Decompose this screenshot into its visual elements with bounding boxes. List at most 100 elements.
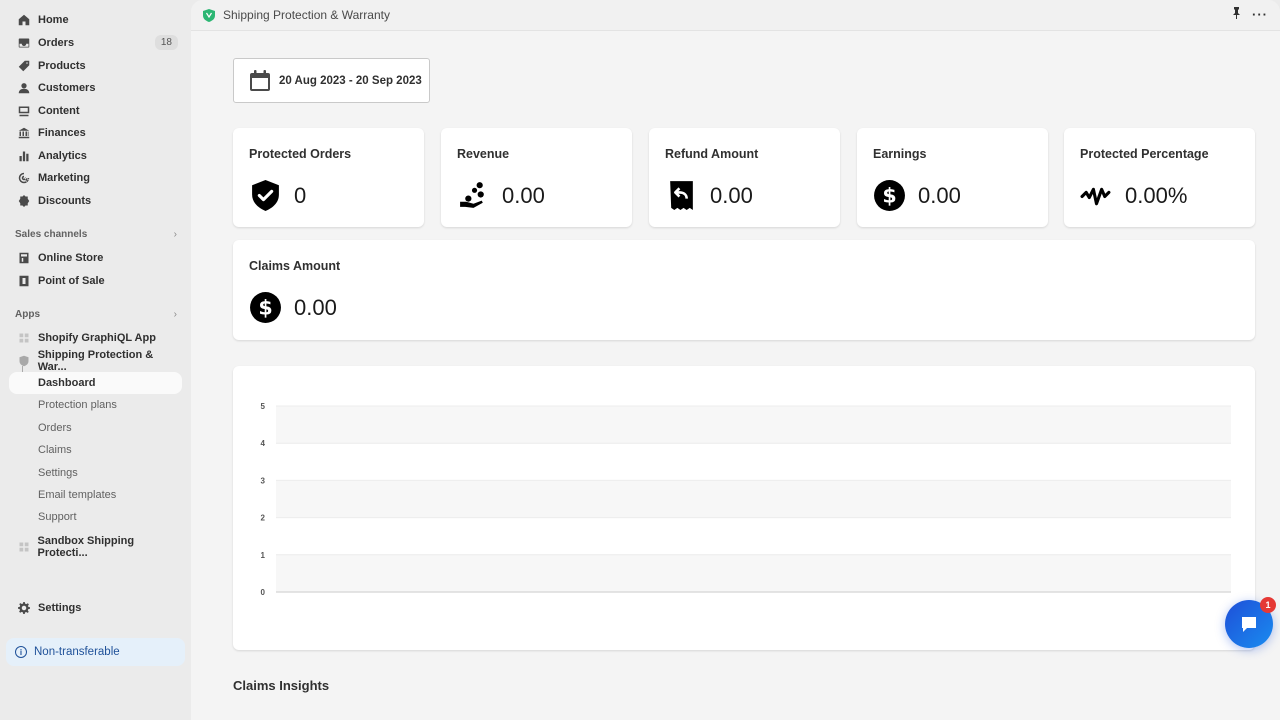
sidebar-subitem-claims[interactable]: Claims <box>9 439 182 461</box>
app-icon <box>17 540 31 554</box>
sidebar-item-label: Discounts <box>38 195 92 207</box>
sidebar-subitem-label: Email templates <box>38 489 117 501</box>
sidebar-subitem-orders[interactable]: Orders <box>9 417 182 439</box>
person-icon <box>17 81 31 95</box>
sidebar-item-label: Products <box>38 60 86 72</box>
stat-title: Protected Orders <box>249 147 352 161</box>
y-tick-label: 4 <box>261 439 266 448</box>
app-topbar: Shipping Protection & Warranty ··· <box>191 0 1280 31</box>
stat-card-earnings: Earnings $ 0.00 <box>857 128 1048 227</box>
y-tick-label: 3 <box>261 476 266 485</box>
sidebar-subitem-label: Dashboard <box>38 377 96 389</box>
svg-text:$: $ <box>882 184 896 208</box>
date-range-label: 20 Aug 2023 - 20 Sep 2023 <box>279 74 422 87</box>
sidebar-subitem-label: Protection plans <box>38 399 117 411</box>
y-tick-label: 2 <box>261 514 266 523</box>
stat-title: Claims Amount <box>249 259 341 273</box>
sidebar-item-label: Analytics <box>38 150 87 162</box>
non-transferable-notice[interactable]: i Non-transferable <box>6 638 185 666</box>
sales-channels-label: Sales channels <box>15 229 88 240</box>
sidebar-item-analytics[interactable]: Analytics <box>9 145 182 167</box>
stat-card-protected-percentage: Protected Percentage 0.00% <box>1064 128 1255 227</box>
activity-icon <box>1080 187 1111 206</box>
sidebar: Home Orders 18 Products Customers Conten… <box>0 0 191 720</box>
stat-value: 0.00 <box>918 182 961 208</box>
gear-icon <box>17 601 31 615</box>
sidebar-item-finances[interactable]: Finances <box>9 122 182 144</box>
chat-notification-badge: 1 <box>1260 597 1276 613</box>
sidebar-item-point-of-sale[interactable]: Point of Sale <box>9 270 182 292</box>
bar-chart-icon <box>17 149 31 163</box>
sidebar-item-label: Customers <box>38 82 96 94</box>
sidebar-item-discounts[interactable]: Discounts <box>9 190 182 212</box>
stat-card-protected-orders: Protected Orders 0 <box>233 128 424 227</box>
orders-count-badge: 18 <box>154 35 178 50</box>
stat-value: 0.00% <box>1125 182 1188 208</box>
sidebar-subitem-email-templates[interactable]: Email templates <box>9 484 182 506</box>
content-icon <box>17 104 31 118</box>
sidebar-subitem-support[interactable]: Support <box>9 506 182 528</box>
sidebar-item-products[interactable]: Products <box>9 55 182 77</box>
chart-card: 0 1 2 3 4 5 <box>233 366 1255 650</box>
sidebar-item-label: Shipping Protection & War... <box>37 349 154 373</box>
claims-insights-heading: Claims Insights <box>233 678 330 693</box>
stat-title: Revenue <box>457 147 510 161</box>
sidebar-subitem-label: Orders <box>38 422 72 434</box>
chat-launcher-button[interactable]: 1 <box>1225 597 1276 648</box>
y-tick-label: 5 <box>261 402 266 411</box>
sidebar-item-settings[interactable]: Settings <box>9 597 182 619</box>
y-tick-label: 1 <box>261 551 266 560</box>
sales-channels-section[interactable]: Sales channels › <box>15 229 177 240</box>
sidebar-item-marketing[interactable]: Marketing <box>9 167 182 189</box>
stat-title: Refund Amount <box>665 147 759 161</box>
stat-value: 0.00 <box>294 294 337 320</box>
chat-bubble-icon <box>1242 617 1256 632</box>
sidebar-item-label: Point of Sale <box>38 275 105 287</box>
stat-title: Earnings <box>873 147 927 161</box>
sidebar-subitem-protection-plans[interactable]: Protection plans <box>9 394 182 416</box>
apps-section[interactable]: Apps › <box>15 309 177 320</box>
bank-icon <box>17 126 31 140</box>
sidebar-subitem-dashboard[interactable]: Dashboard <box>9 372 182 394</box>
sidebar-item-label: Home <box>38 14 69 26</box>
discount-icon <box>17 194 31 208</box>
sidebar-item-label: Online Store <box>38 252 104 264</box>
main-content: Shipping Protection & Warranty ··· 20 Au… <box>191 0 1280 720</box>
sidebar-item-graphiql-app[interactable]: Shopify GraphiQL App <box>9 327 182 349</box>
app-icon <box>17 331 31 345</box>
grid-band <box>276 480 1231 518</box>
sidebar-item-label: Settings <box>38 602 82 614</box>
target-icon <box>17 171 31 185</box>
sidebar-item-label: Orders <box>38 37 75 49</box>
grid-band <box>276 554 1231 592</box>
pos-icon <box>17 274 31 288</box>
sidebar-item-sandbox-shipping[interactable]: Sandbox Shipping Protecti... <box>9 535 182 559</box>
sidebar-item-label: Finances <box>38 127 86 139</box>
svg-text:$: $ <box>258 296 272 320</box>
y-tick-label: 0 <box>261 588 266 597</box>
home-icon <box>17 13 31 27</box>
sidebar-subitem-label: Support <box>38 511 77 523</box>
store-icon <box>17 251 31 265</box>
more-actions-icon[interactable]: ··· <box>1252 7 1268 22</box>
grid-band <box>276 406 1231 444</box>
stat-card-revenue: Revenue 0.00 <box>441 128 632 227</box>
apps-label: Apps <box>15 309 40 320</box>
stat-value: 0.00 <box>502 182 545 208</box>
sidebar-item-orders[interactable]: Orders 18 <box>9 32 182 54</box>
sidebar-item-shipping-protection[interactable]: Shipping Protection & War... <box>9 349 182 373</box>
sidebar-item-home[interactable]: Home <box>9 9 182 31</box>
sidebar-item-content[interactable]: Content <box>9 100 182 122</box>
app-title: Shipping Protection & Warranty <box>223 8 390 22</box>
sidebar-subitem-settings[interactable]: Settings <box>9 462 182 484</box>
sidebar-item-online-store[interactable]: Online Store <box>9 247 182 269</box>
pin-icon[interactable] <box>1231 7 1242 22</box>
date-range-picker[interactable]: 20 Aug 2023 - 20 Sep 2023 <box>233 58 430 103</box>
sidebar-item-label: Sandbox Shipping Protecti... <box>37 535 135 559</box>
dollar-circle-icon: $ <box>874 180 905 211</box>
stat-value: 0 <box>294 182 307 208</box>
tag-icon <box>17 59 31 73</box>
app-logo-icon <box>203 8 215 22</box>
sidebar-item-customers[interactable]: Customers <box>9 77 182 99</box>
inbox-icon <box>17 36 31 50</box>
